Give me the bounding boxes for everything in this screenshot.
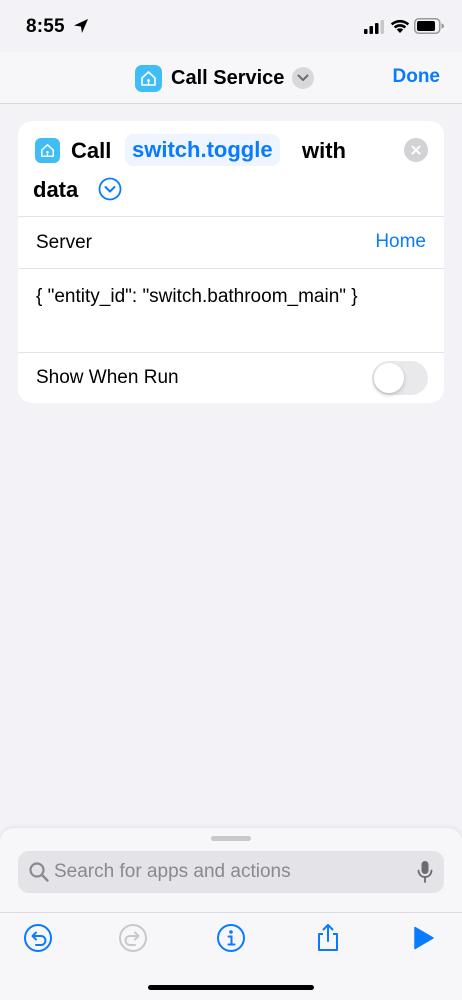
- share-button[interactable]: [311, 921, 345, 955]
- redo-button[interactable]: [116, 921, 150, 955]
- call-service-action-card: Call switch.toggle with data Server Home…: [18, 121, 444, 403]
- home-assistant-icon: [35, 138, 60, 163]
- sheet-grabber[interactable]: [211, 836, 251, 841]
- call-label: Call: [71, 138, 112, 163]
- action-header: Call switch.toggle with data: [18, 121, 444, 217]
- status-time: 8:55: [26, 16, 65, 37]
- chevron-down-icon[interactable]: [292, 67, 315, 89]
- microphone-icon[interactable]: [416, 860, 434, 884]
- wifi-icon: [390, 19, 410, 33]
- server-row[interactable]: Server Home: [18, 217, 444, 269]
- search-input[interactable]: [54, 851, 404, 893]
- show-when-run-row: Show When Run: [18, 353, 444, 403]
- home-assistant-icon: [135, 64, 162, 92]
- done-button[interactable]: Done: [393, 66, 441, 88]
- undo-icon: [24, 924, 52, 952]
- remove-action-button[interactable]: [404, 138, 428, 162]
- data-label: data: [33, 177, 79, 202]
- nav-title-menu[interactable]: Call Service: [135, 64, 315, 92]
- nav-title: Call Service: [171, 66, 285, 89]
- screen: 8:55 Call Service Done Call switch.toggl…: [0, 0, 462, 1000]
- redo-icon: [119, 924, 147, 952]
- service-parameter[interactable]: switch.toggle: [125, 134, 280, 166]
- home-indicator[interactable]: [148, 985, 314, 990]
- play-icon: [414, 926, 434, 950]
- status-bar: 8:55: [0, 0, 462, 52]
- share-icon: [318, 924, 338, 951]
- info-icon: [217, 924, 245, 952]
- server-value[interactable]: Home: [375, 231, 426, 253]
- with-label: with: [302, 138, 346, 163]
- toggle-knob: [374, 363, 404, 393]
- location-arrow-icon: [74, 19, 88, 33]
- action-search-sheet: [0, 828, 462, 1000]
- search-box[interactable]: [18, 851, 444, 893]
- show-when-run-toggle[interactable]: [372, 361, 428, 395]
- nav-bar: Call Service Done: [0, 52, 462, 104]
- battery-icon: [414, 18, 444, 34]
- run-button[interactable]: [406, 921, 440, 955]
- service-data-value[interactable]: { "entity_id": "switch.bathroom_main" }: [36, 283, 416, 310]
- undo-button[interactable]: [21, 921, 55, 955]
- service-data-row[interactable]: { "entity_id": "switch.bathroom_main" }: [18, 269, 444, 353]
- cellular-signal-icon: [364, 20, 384, 34]
- server-label: Server: [36, 232, 92, 253]
- bottom-toolbar: [0, 913, 462, 963]
- show-when-run-label: Show When Run: [36, 367, 179, 388]
- chevron-down-circle-icon[interactable]: [98, 177, 122, 201]
- close-icon: [411, 145, 421, 155]
- search-icon: [29, 862, 49, 882]
- info-button[interactable]: [214, 921, 248, 955]
